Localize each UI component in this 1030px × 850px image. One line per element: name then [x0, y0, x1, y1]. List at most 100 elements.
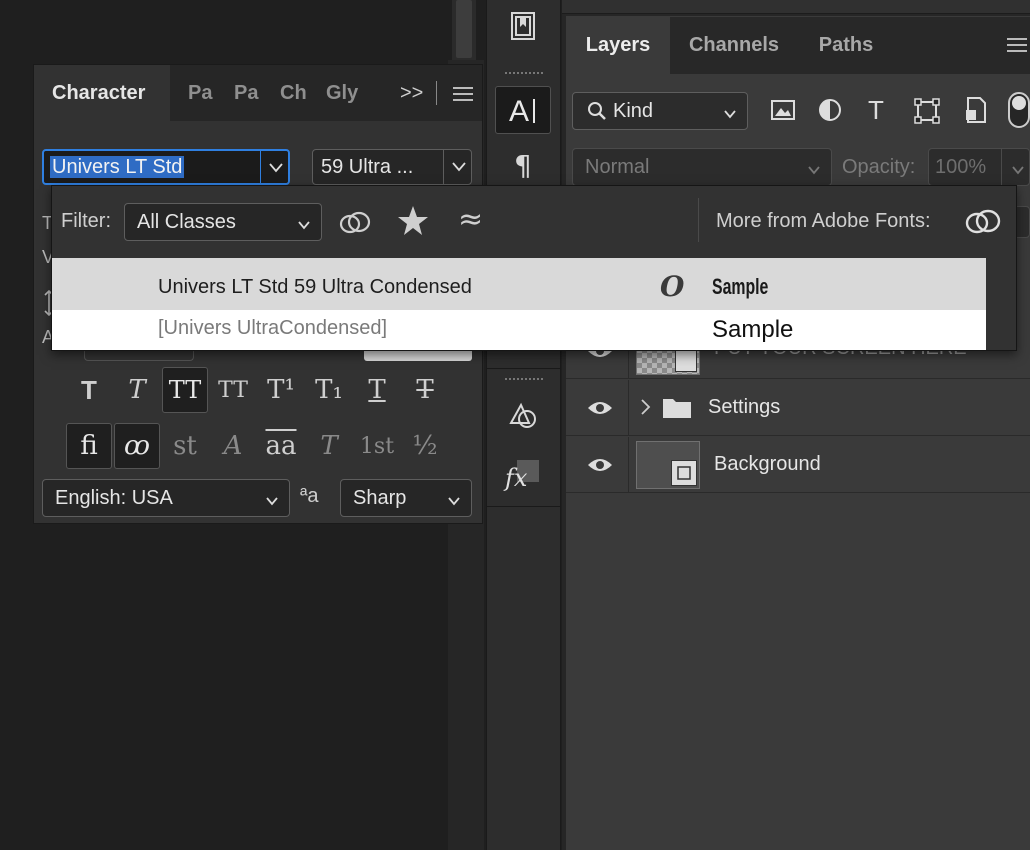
opacity-label: Opacity: — [842, 156, 916, 178]
layers-panel: Layers Channels Paths Kind T Normal Opac… — [562, 0, 1030, 850]
opacity-field[interactable]: 100% — [928, 148, 1030, 186]
layer-row[interactable]: Background — [566, 437, 1030, 493]
chevron-down-icon — [265, 491, 279, 514]
strip-grip[interactable] — [505, 72, 543, 78]
tab-character-styles[interactable]: Ch — [280, 65, 310, 121]
tab-channels[interactable]: Channels — [674, 16, 794, 74]
adjustment-layer-filter-icon[interactable] — [818, 98, 842, 127]
language-value: English: USA — [55, 486, 173, 509]
styles-fx-icon[interactable]: fx — [495, 450, 551, 498]
font-sample: Sample — [712, 316, 794, 343]
tab-paragraph-styles[interactable]: Pa — [234, 65, 264, 121]
font-style-dropdown[interactable]: 59 Ultra ... — [312, 149, 472, 185]
layer-row[interactable]: Settings — [566, 380, 1030, 436]
font-sample: Sample — [712, 274, 769, 299]
tab-paragraph[interactable]: Pa — [188, 65, 220, 121]
panel-menu-icon[interactable] — [1006, 36, 1028, 59]
search-icon — [587, 101, 607, 127]
opentype-font-icon: O — [660, 270, 685, 303]
layer-name[interactable]: Background — [714, 453, 821, 476]
superscript-button[interactable]: T¹ — [258, 367, 304, 413]
antialias-icon: ªa — [300, 485, 319, 507]
font-class-filter-dropdown[interactable]: All Classes — [124, 203, 322, 241]
kind-filter-dropdown[interactable]: Kind — [572, 92, 748, 130]
panel-icon-strip: A ¶ fx — [486, 0, 561, 850]
chevron-down-icon — [297, 215, 311, 238]
more-tabs-button[interactable]: >> — [400, 65, 426, 121]
chevron-down-icon — [807, 160, 821, 183]
creative-cloud-filter-icon[interactable] — [338, 208, 372, 241]
font-class-filter-value: All Classes — [137, 210, 236, 233]
panel-menu-icon[interactable] — [452, 85, 474, 108]
strikethrough-button[interactable]: T — [402, 367, 448, 413]
all-caps-button[interactable]: TT — [162, 367, 208, 413]
tab-glyphs[interactable]: Gly — [326, 65, 362, 121]
svg-text:A: A — [509, 95, 529, 127]
font-name: [Univers UltraCondensed] — [158, 317, 387, 339]
kind-filter-value: Kind — [613, 99, 654, 122]
svg-text:T: T — [868, 96, 884, 122]
font-style-value: 59 Ultra ... — [321, 156, 414, 178]
blend-mode-value: Normal — [585, 155, 650, 178]
titling-alternates-button[interactable]: T — [306, 423, 352, 469]
antialias-dropdown[interactable]: Sharp — [340, 479, 472, 517]
faux-italic-button[interactable]: T — [114, 367, 160, 413]
tab-character[interactable]: Character — [34, 65, 170, 121]
chevron-down-icon — [447, 491, 461, 514]
fractions-button[interactable]: ½ — [402, 423, 448, 469]
type-layer-filter-icon[interactable]: T — [866, 95, 890, 127]
font-list-scrollbar[interactable] — [986, 258, 1016, 350]
star-favorites-icon[interactable] — [396, 204, 430, 243]
font-list-item[interactable]: [Univers UltraCondensed] Sample — [52, 310, 986, 350]
stylistic-alternates-button[interactable]: aa — [258, 423, 304, 469]
layer-name[interactable]: Settings — [708, 396, 780, 419]
character-tabbar: Character Pa Pa Ch Gly >> — [34, 65, 482, 121]
tab-layers[interactable]: Layers — [566, 16, 670, 74]
chevron-down-icon — [451, 160, 467, 179]
swash-button[interactable]: A — [210, 423, 256, 469]
smart-object-badge-icon — [675, 350, 697, 372]
subscript-button[interactable]: T₁ — [306, 367, 352, 413]
small-caps-button[interactable]: TT — [210, 367, 256, 413]
filter-toggle-switch[interactable] — [1008, 92, 1030, 128]
ordinals-button[interactable]: 1st — [354, 423, 400, 469]
scrollbar-thumb[interactable] — [456, 0, 472, 58]
libraries-icon[interactable] — [495, 2, 551, 50]
shape-layer-filter-icon[interactable] — [914, 98, 940, 129]
old-style-button[interactable]: ꝏ — [114, 423, 160, 469]
layer-thumbnail — [636, 441, 700, 489]
adobe-fonts-cloud-icon[interactable] — [964, 206, 1002, 241]
layers-bottom-pad — [566, 494, 1030, 504]
opacity-value: 100% — [935, 155, 987, 178]
chevron-right-icon[interactable] — [640, 398, 652, 421]
discretionary-ligatures-button[interactable]: st — [162, 423, 208, 469]
strip-divider-2 — [487, 506, 561, 507]
smart-object-filter-icon[interactable] — [964, 96, 988, 129]
font-menu-popup: Filter: All Classes ≈ More from Adobe Fo… — [51, 185, 1017, 351]
chevron-down-icon — [723, 104, 737, 127]
faux-bold-button[interactable]: T — [66, 367, 112, 413]
font-list-item[interactable]: Univers LT Std 59 Ultra Condensed O Samp… — [52, 258, 986, 310]
standard-ligatures-button[interactable]: fi — [66, 423, 112, 469]
font-family-input[interactable]: Univers LT Std — [42, 149, 290, 185]
panel-top-bar — [562, 0, 1030, 14]
svg-text:¶: ¶ — [514, 149, 532, 181]
chevron-down-icon — [1011, 160, 1025, 183]
pixel-layer-filter-icon[interactable] — [770, 98, 796, 127]
character-panel-icon[interactable]: A — [495, 86, 551, 134]
visibility-eye-icon[interactable] — [586, 398, 614, 423]
tab-paths[interactable]: Paths — [806, 16, 886, 74]
paragraph-panel-icon[interactable]: ¶ — [495, 140, 551, 188]
chevron-down-icon[interactable] — [268, 161, 284, 180]
language-dropdown[interactable]: English: USA — [42, 479, 290, 517]
more-from-adobe-fonts-label: More from Adobe Fonts: — [716, 210, 931, 232]
font-family-value[interactable]: Univers LT Std — [50, 156, 185, 178]
similar-fonts-icon[interactable]: ≈ — [458, 202, 483, 237]
visibility-eye-icon[interactable] — [586, 455, 614, 480]
filter-label: Filter: — [61, 210, 111, 232]
folder-icon — [662, 395, 692, 424]
underline-button[interactable]: T — [354, 367, 400, 413]
blend-mode-dropdown[interactable]: Normal — [572, 148, 832, 186]
strip-grip-2[interactable] — [505, 378, 543, 384]
adjustments-icon[interactable] — [495, 390, 551, 438]
